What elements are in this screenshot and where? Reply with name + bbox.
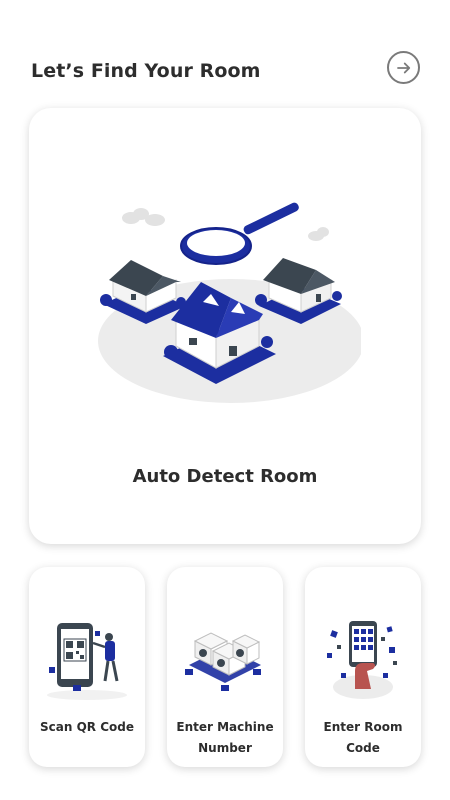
enter-room-code-label: Enter Room Code [323,720,403,755]
washing-machines-illustration [185,632,261,691]
enter-machine-number-label: Enter Machine Number [176,720,274,755]
arrow-right-icon [396,62,410,73]
enter-room-code-card[interactable]: Enter Room Code [305,567,421,767]
scan-qr-code-label: Scan QR Code [40,720,134,734]
auto-detect-room-card[interactable]: Auto Detect Room [29,108,421,544]
enter-machine-number-card[interactable]: Enter Machine Number [167,567,283,767]
phone-keypad-illustration [327,621,397,699]
scan-qr-code-card[interactable]: Scan QR Code [29,567,145,767]
next-button[interactable] [387,51,420,84]
page-header: Let’s Find Your Room [31,51,421,88]
page-title: Let’s Find Your Room [31,60,261,82]
auto-detect-room-label: Auto Detect Room [132,466,318,487]
qr-scan-illustration [47,623,127,700]
houses-magnifier-illustration [98,202,361,403]
